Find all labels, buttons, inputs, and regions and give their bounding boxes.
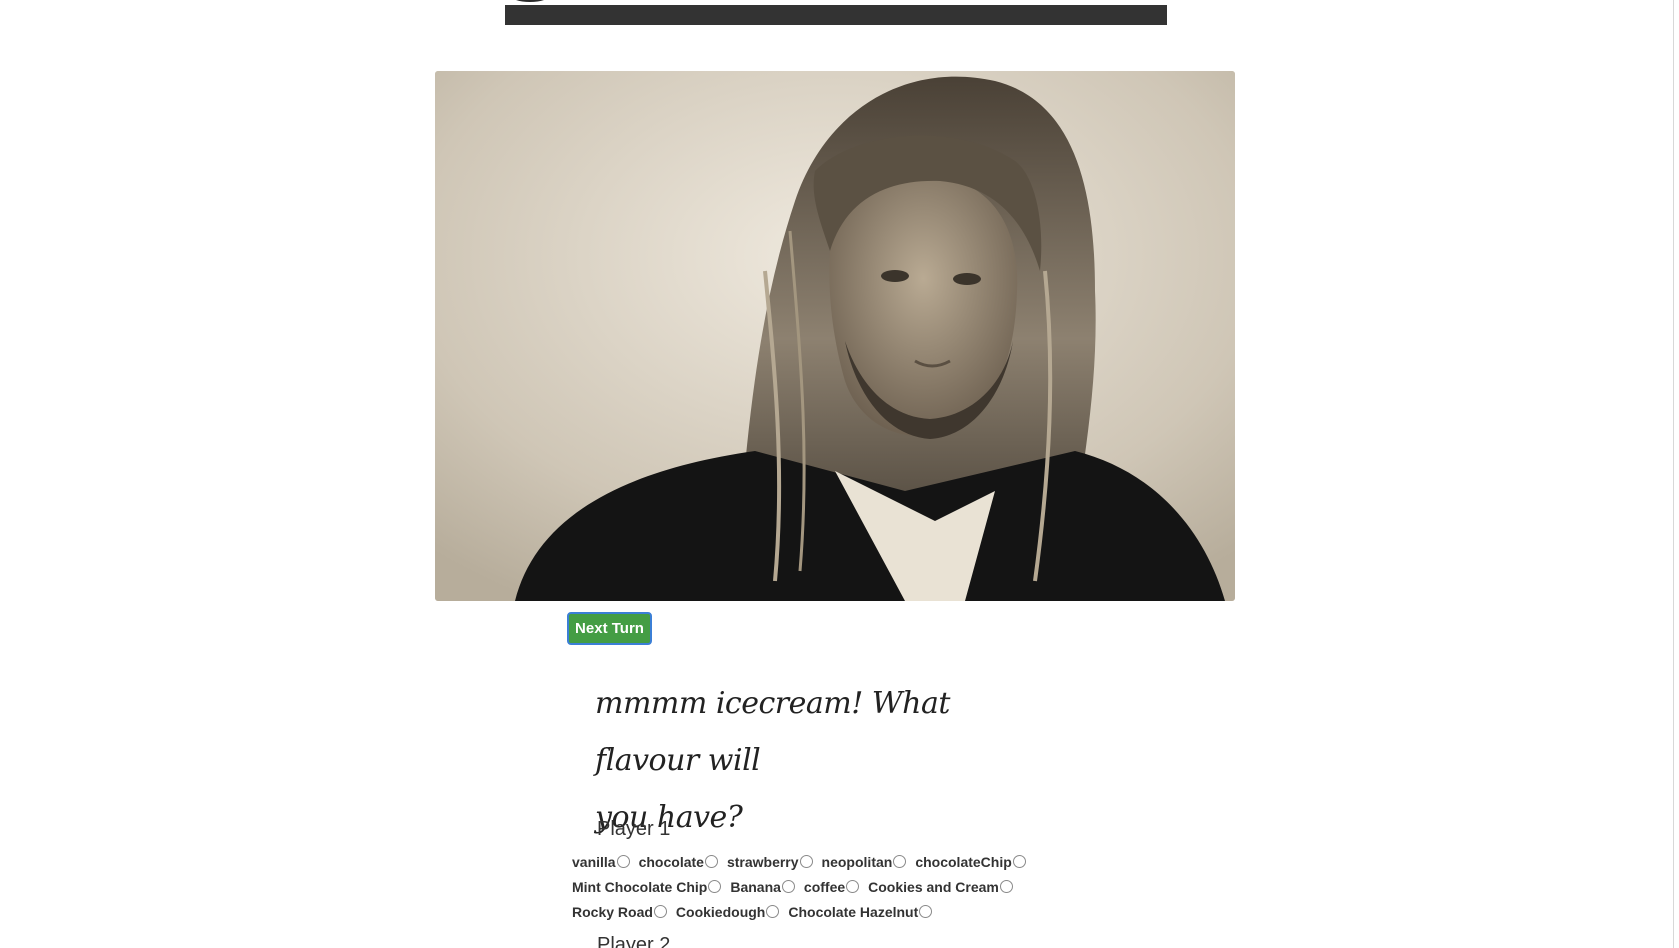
header-logo-fragment xyxy=(510,0,550,2)
flavour-option-mint-chocolate-chip[interactable]: Mint Chocolate Chip xyxy=(572,878,722,895)
flavour-option-chocolate-hazelnut[interactable]: Chocolate Hazelnut xyxy=(788,903,933,920)
flavour-label: neopolitan xyxy=(821,853,893,870)
flavour-option-rocky-road[interactable]: Rocky Road xyxy=(572,904,667,920)
flavour-row: Rocky Road Cookiedough Chocolate Hazelnu… xyxy=(572,899,1072,924)
next-turn-button[interactable]: Next Turn xyxy=(567,612,652,645)
player-1-heading: Player 1 xyxy=(597,818,671,840)
flavour-label: strawberry xyxy=(726,853,799,870)
flavour-radio[interactable] xyxy=(893,855,907,868)
player-1-flavour-options: vanilla chocolate strawberry neopolitan … xyxy=(572,849,1072,924)
flavour-radio[interactable] xyxy=(846,880,860,893)
flavour-option-cookies-and-cream[interactable]: Cookies and Cream xyxy=(868,879,1013,895)
prompt-line-1: mmmm icecream! What flavour will xyxy=(595,686,950,778)
flavour-label: Banana xyxy=(730,878,781,895)
flavour-option-banana[interactable]: Banana xyxy=(730,879,795,895)
flavour-label: vanilla xyxy=(572,853,616,870)
flavour-label: coffee xyxy=(803,878,846,895)
flavour-label: Rocky Road xyxy=(572,903,653,920)
flavour-option-vanilla[interactable]: vanilla xyxy=(572,854,630,870)
flavour-radio[interactable] xyxy=(653,905,667,918)
flavour-radio[interactable] xyxy=(704,855,718,868)
header-bar xyxy=(505,5,1167,25)
player-2-heading: Player 2 xyxy=(597,934,671,948)
flavour-option-chocolatechip[interactable]: chocolateChip xyxy=(915,853,1026,870)
flavour-label: Chocolate Hazelnut xyxy=(788,903,919,920)
flavour-label: Cookies and Cream xyxy=(868,878,999,895)
flavour-label: chocolate xyxy=(638,853,704,870)
flavour-option-chocolate[interactable]: chocolate xyxy=(639,854,718,870)
scrollbar-edge xyxy=(1673,0,1674,948)
flavour-row: vanilla chocolate strawberry neopolitan … xyxy=(572,849,1072,874)
flavour-radio[interactable] xyxy=(708,880,722,893)
flavour-radio[interactable] xyxy=(781,880,795,893)
flavour-radio[interactable] xyxy=(616,855,630,868)
flavour-label: Cookiedough xyxy=(675,903,766,920)
flavour-label: chocolateChip xyxy=(915,853,1012,870)
flavour-radio[interactable] xyxy=(919,905,933,918)
flavour-radio[interactable] xyxy=(1012,855,1026,868)
flavour-option-coffee[interactable]: coffee xyxy=(803,878,860,895)
flavour-radio[interactable] xyxy=(799,855,813,868)
portrait-illustration xyxy=(435,71,1235,601)
flavour-row: Mint Chocolate Chip Banana coffee Cookie… xyxy=(572,874,1072,899)
flavour-option-cookiedough[interactable]: Cookiedough xyxy=(675,903,780,920)
flavour-label: Mint Chocolate Chip xyxy=(572,878,708,895)
hero-portrait-image xyxy=(435,71,1235,601)
flavour-option-strawberry[interactable]: strawberry xyxy=(727,854,813,870)
flavour-option-neopolitan[interactable]: neopolitan xyxy=(822,854,907,870)
flavour-radio[interactable] xyxy=(766,905,780,918)
flavour-radio[interactable] xyxy=(999,880,1013,893)
